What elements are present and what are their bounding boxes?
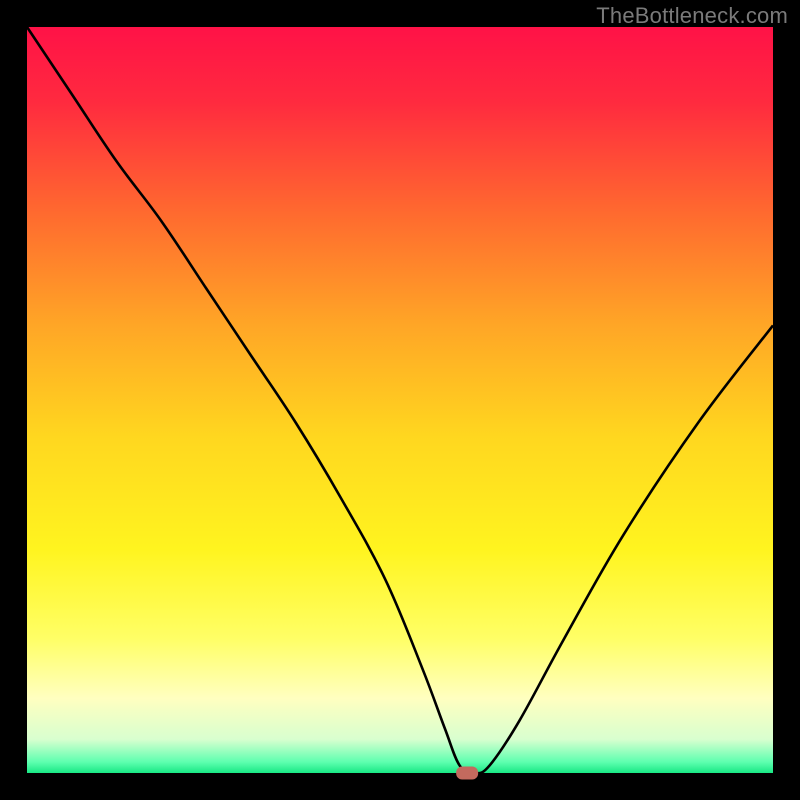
chart-background bbox=[27, 27, 773, 773]
bottleneck-marker bbox=[456, 767, 478, 780]
bottleneck-chart bbox=[0, 0, 800, 800]
watermark-label: TheBottleneck.com bbox=[596, 3, 788, 29]
chart-container: TheBottleneck.com bbox=[0, 0, 800, 800]
